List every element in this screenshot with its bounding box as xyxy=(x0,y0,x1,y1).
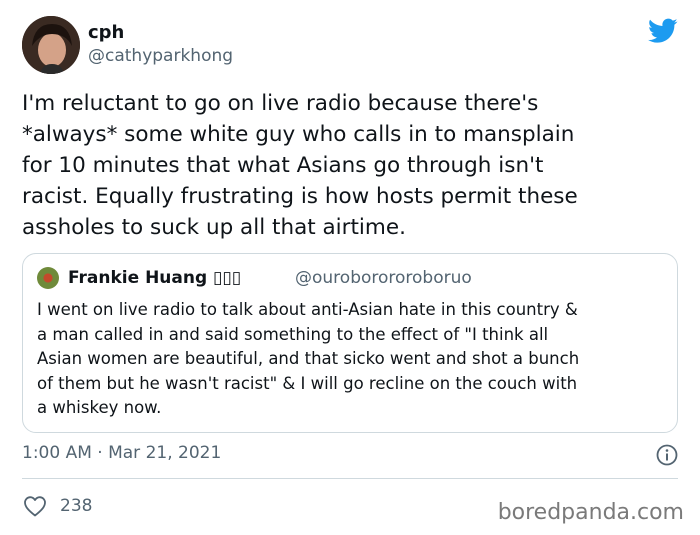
tweet-timestamp[interactable]: 1:00 AM · Mar 21, 2021 xyxy=(22,443,221,463)
quoted-author-avatar xyxy=(37,267,59,289)
quoted-tweet[interactable]: Frankie Huang ▯▯▯ @ouroborororoboruo I w… xyxy=(22,253,678,433)
heart-icon[interactable] xyxy=(23,495,47,517)
info-icon[interactable] xyxy=(656,444,678,466)
tweet-text: I'm reluctant to go on live radio becaus… xyxy=(22,91,578,240)
author-display-name[interactable]: cph xyxy=(88,22,124,43)
divider xyxy=(22,478,678,479)
twitter-bird-icon xyxy=(648,18,678,44)
author-handle[interactable]: @cathyparkhong xyxy=(88,46,233,66)
watermark: boredpanda.com xyxy=(497,500,684,525)
like-count: 238 xyxy=(60,496,93,516)
author-avatar[interactable] xyxy=(22,16,80,74)
quoted-author-handle: @ouroborororoboruo xyxy=(295,268,472,288)
quoted-tweet-text: I went on live radio to talk about anti-… xyxy=(37,300,580,417)
tweet-card: cph @cathyparkhong I'm reluctant to go o… xyxy=(0,0,700,535)
quoted-author-display-name: Frankie Huang ▯▯▯ xyxy=(68,268,242,288)
